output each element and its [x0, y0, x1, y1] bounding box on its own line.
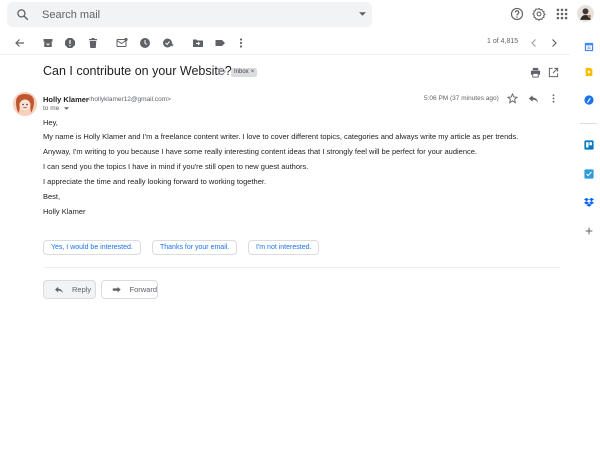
recipient-details[interactable]: to me — [43, 105, 70, 112]
older-chevron-icon[interactable] — [548, 37, 560, 49]
search-bar[interactable] — [7, 2, 372, 27]
search-icon[interactable] — [16, 8, 29, 21]
print-icon[interactable] — [530, 67, 541, 78]
message-toolbar: 1 of 4,815 — [0, 31, 570, 55]
search-options-icon[interactable] — [359, 12, 366, 16]
open-new-window-icon[interactable] — [548, 67, 559, 78]
sender-email: <hollyklamer12@gmail.com> — [87, 96, 171, 103]
email-body-line: Anyway, I'm writing to you because I hav… — [43, 147, 478, 156]
reply-label: Reply — [72, 285, 92, 294]
trello-icon[interactable] — [584, 140, 594, 150]
email-body-line: My name is Holly Klamer and I'm a freela… — [43, 132, 519, 141]
report-spam-icon[interactable] — [64, 37, 76, 49]
reply-icon[interactable] — [528, 94, 539, 104]
delete-icon[interactable] — [87, 37, 99, 49]
smart-reply-button[interactable]: I'm not interested. — [248, 240, 320, 255]
more-options-icon[interactable] — [235, 37, 247, 49]
star-icon[interactable] — [507, 93, 518, 104]
add-to-tasks-icon[interactable] — [162, 37, 174, 49]
top-bar — [0, 0, 600, 30]
smart-reply-button[interactable]: Yes, I would be interested. — [43, 240, 141, 255]
snooze-clock-icon[interactable] — [139, 37, 151, 49]
mark-unread-icon[interactable] — [116, 37, 128, 49]
move-to-icon[interactable] — [192, 37, 204, 49]
tasks-icon[interactable] — [584, 95, 594, 105]
reply-divider — [43, 267, 560, 268]
dropbox-icon[interactable] — [584, 197, 594, 207]
importance-marker-icon[interactable] — [217, 68, 226, 75]
smart-reply-button[interactable]: Thanks for your email. — [152, 240, 238, 255]
newer-chevron-icon[interactable] — [528, 37, 540, 49]
remove-label-icon[interactable]: × — [251, 68, 255, 77]
label-icon[interactable] — [214, 37, 226, 49]
pagination-count: 1 of 4,815 — [487, 38, 519, 45]
email-body-line: I appreciate the time and really looking… — [43, 177, 267, 186]
sender-avatar-image — [13, 92, 37, 116]
email-signature: Holly Klamer — [43, 207, 86, 216]
email-body-line: Hey, — [43, 118, 58, 127]
reply-button[interactable]: Reply — [43, 280, 96, 299]
forward-button[interactable]: Forward — [101, 280, 158, 299]
svg-text:31: 31 — [587, 46, 591, 50]
calendar-icon[interactable]: 31 — [584, 42, 594, 52]
side-panel: 31 — [577, 35, 600, 463]
help-icon[interactable] — [510, 7, 524, 21]
back-arrow-icon[interactable] — [14, 37, 26, 49]
account-avatar[interactable] — [577, 5, 594, 22]
email-subject: Can I contribute on your Website? — [43, 64, 232, 78]
search-input[interactable] — [40, 6, 340, 23]
apps-grid-icon[interactable] — [555, 7, 569, 21]
forward-label: Forward — [129, 285, 157, 294]
keep-icon[interactable] — [584, 67, 594, 77]
inbox-label-chip[interactable]: Inbox × — [231, 68, 258, 77]
checklist-app-icon[interactable] — [584, 169, 594, 179]
gmail-window: 1 of 4,815 31 — [0, 0, 600, 463]
message-more-icon[interactable] — [551, 93, 556, 104]
reply-arrow-icon — [55, 286, 63, 293]
forward-arrow-icon — [112, 286, 121, 292]
email-body-line: I can send you the topics I have in mind… — [43, 162, 309, 171]
settings-gear-icon[interactable] — [532, 7, 546, 21]
email-body-line: Best, — [43, 192, 61, 201]
sender-avatar[interactable] — [13, 92, 37, 116]
archive-icon[interactable] — [42, 37, 54, 49]
sender-name: Holly Klamer — [43, 95, 89, 104]
email-timestamp: 5:06 PM (37 minutes ago) — [424, 95, 499, 102]
inbox-label-text: Inbox — [234, 69, 249, 75]
add-addon-plus-icon[interactable] — [584, 226, 594, 236]
rail-divider — [580, 123, 597, 124]
recipient-details-chevron-icon[interactable] — [64, 107, 70, 110]
recipient-text: to me — [43, 105, 60, 112]
